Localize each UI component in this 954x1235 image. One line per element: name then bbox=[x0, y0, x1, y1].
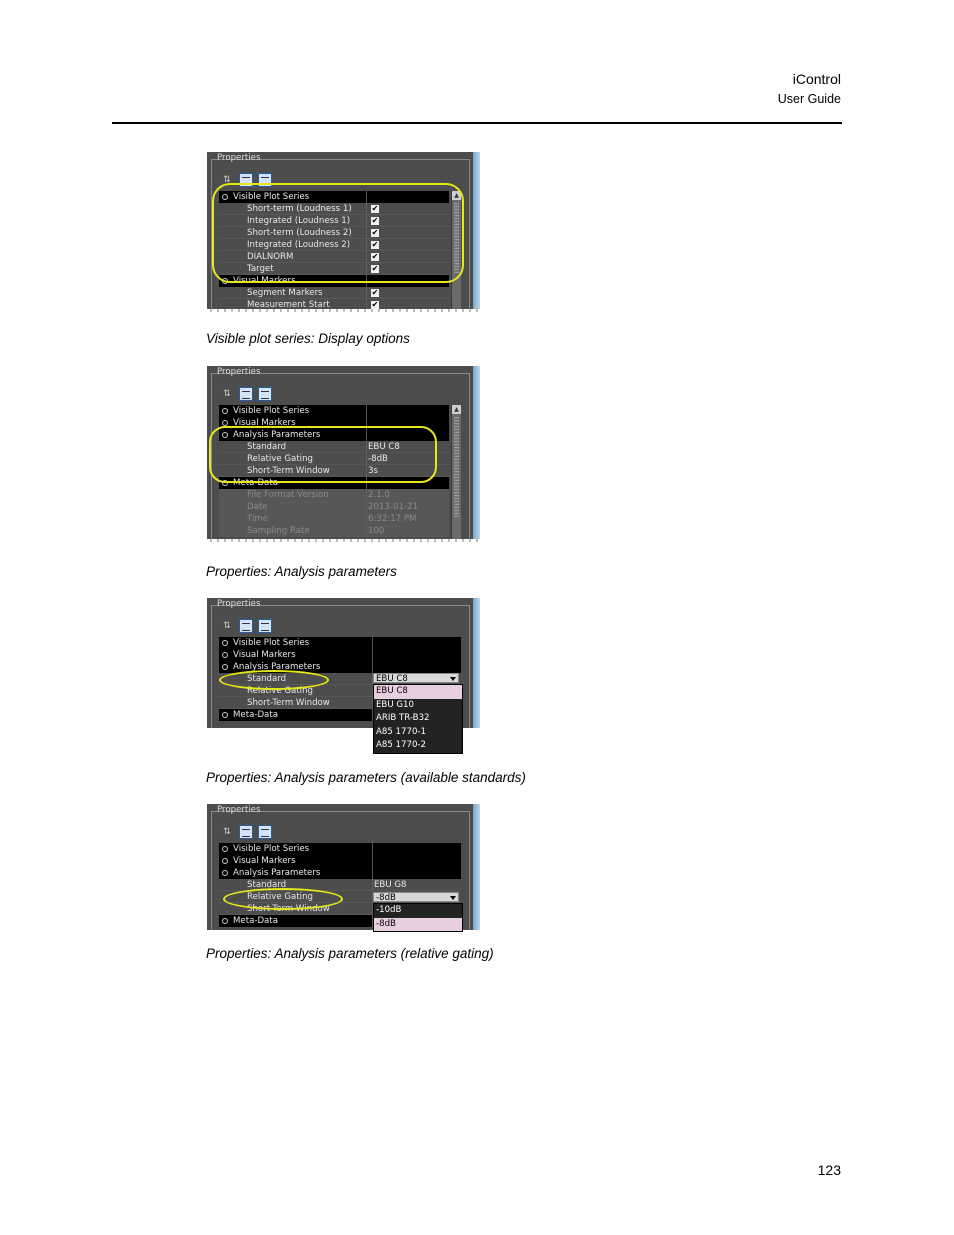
list-view-icon[interactable] bbox=[258, 386, 272, 401]
list-view-icon[interactable] bbox=[258, 824, 272, 839]
dropdown-option[interactable]: -8dB bbox=[374, 917, 462, 931]
property-row: File Format Version 2.1.0 bbox=[219, 489, 449, 501]
header-title: iControl bbox=[792, 71, 841, 87]
window-edge bbox=[473, 366, 480, 542]
scroll-up-icon[interactable]: ▲ bbox=[452, 405, 461, 414]
figure-1-screenshot: Properties ⇅ Visible Plot Series Short-t… bbox=[207, 152, 480, 312]
dropdown-option[interactable]: A85 1770-2 bbox=[374, 739, 462, 753]
categorized-view-icon[interactable] bbox=[239, 618, 253, 633]
scrollbar[interactable]: ▲ bbox=[451, 405, 461, 542]
figure-2-screenshot: Properties ⇅ Visible Plot Series Visual … bbox=[207, 366, 480, 542]
categorized-view-icon[interactable] bbox=[239, 386, 253, 401]
relative-gating-dropdown[interactable]: -10dB -8dB bbox=[373, 903, 463, 932]
highlight-oval bbox=[219, 670, 329, 690]
figure-caption: Visible plot series: Display options bbox=[206, 331, 410, 346]
panel-label: Properties bbox=[217, 599, 261, 609]
window-edge bbox=[473, 598, 480, 728]
dropdown-option[interactable]: ARIB TR-B32 bbox=[374, 712, 462, 726]
dropdown-option[interactable]: EBU G10 bbox=[374, 699, 462, 713]
group-row[interactable]: Visible Plot Series bbox=[219, 843, 461, 855]
property-row: Time 6:32:17 PM bbox=[219, 513, 449, 525]
property-row: Sampling Rate 100 bbox=[219, 525, 449, 537]
relative-gating-combo[interactable]: -8dB bbox=[373, 892, 459, 903]
highlight-oval bbox=[223, 888, 343, 910]
torn-edge bbox=[207, 309, 480, 312]
figure-caption: Properties: Analysis parameters (availab… bbox=[206, 770, 526, 785]
dropdown-option[interactable]: -10dB bbox=[374, 904, 462, 918]
standard-dropdown[interactable]: EBU C8 EBU G10 ARIB TR-B32 A85 1770-1 A8… bbox=[373, 684, 463, 754]
highlight-oval bbox=[209, 426, 437, 483]
property-row: Date 2013-01-21 bbox=[219, 501, 449, 513]
dropdown-option[interactable]: A85 1770-1 bbox=[374, 726, 462, 740]
sort-icon[interactable]: ⇅ bbox=[220, 619, 234, 633]
toolbar: ⇅ bbox=[220, 386, 272, 401]
panel-label: Properties bbox=[217, 367, 261, 377]
categorized-view-icon[interactable] bbox=[239, 824, 253, 839]
page-number: 123 bbox=[817, 1162, 841, 1178]
window-edge bbox=[473, 804, 480, 930]
chevron-down-icon[interactable] bbox=[450, 677, 456, 681]
header-rule bbox=[112, 122, 842, 124]
checkbox[interactable]: ✔ bbox=[371, 289, 379, 297]
figure-caption: Properties: Analysis parameters (relativ… bbox=[206, 946, 494, 961]
group-row[interactable]: Visual Markers bbox=[219, 855, 461, 867]
group-row[interactable]: Visible Plot Series bbox=[219, 405, 449, 417]
toolbar: ⇅ bbox=[220, 824, 272, 839]
standard-combo[interactable]: EBU C8 bbox=[373, 673, 459, 684]
toolbar: ⇅ bbox=[220, 618, 272, 633]
torn-edge bbox=[207, 539, 480, 542]
group-row[interactable]: Visible Plot Series bbox=[219, 637, 461, 649]
group-row[interactable]: Analysis Parameters bbox=[219, 867, 461, 879]
figure-4-screenshot: Properties ⇅ Visible Plot Series Visual … bbox=[207, 804, 480, 938]
figure-3-screenshot: Properties ⇅ Visible Plot Series Visual … bbox=[207, 598, 480, 756]
window-edge bbox=[473, 152, 480, 312]
highlight-oval bbox=[212, 183, 464, 283]
scroll-thumb[interactable] bbox=[454, 417, 459, 517]
property-row[interactable]: Segment Markers ✔ bbox=[219, 287, 449, 299]
figure-caption: Properties: Analysis parameters bbox=[206, 564, 397, 579]
sort-icon[interactable]: ⇅ bbox=[220, 387, 234, 401]
header-subtitle: User Guide bbox=[777, 92, 841, 106]
dropdown-option[interactable]: EBU C8 bbox=[374, 685, 462, 699]
group-row[interactable]: Visual Markers bbox=[219, 649, 461, 661]
panel-label: Properties bbox=[217, 805, 261, 815]
list-view-icon[interactable] bbox=[258, 618, 272, 633]
sort-icon[interactable]: ⇅ bbox=[220, 825, 234, 839]
chevron-down-icon[interactable] bbox=[450, 896, 456, 900]
panel-label: Properties bbox=[217, 153, 261, 163]
checkbox[interactable]: ✔ bbox=[371, 301, 379, 309]
